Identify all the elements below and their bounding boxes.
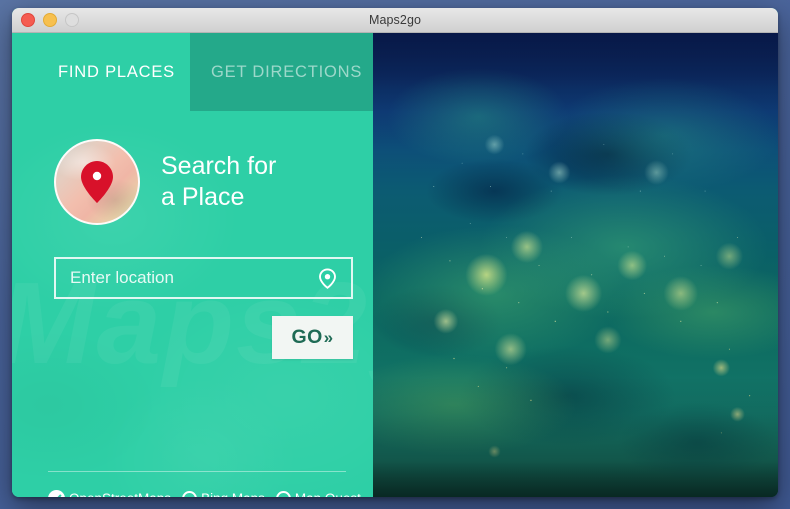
tab-find-places-label: FIND PLACES xyxy=(58,62,175,81)
app-body: Maps2go FIND PLACES GET DIRECTIONS xyxy=(12,33,778,497)
window-title: Maps2go xyxy=(368,13,422,27)
zoom-button-icon xyxy=(65,13,79,27)
provider-option-openstreetmaps[interactable]: OpenStreetMaps xyxy=(48,490,171,497)
double-chevron-right-icon: » xyxy=(323,327,334,347)
radio-unselected-icon[interactable] xyxy=(275,491,291,497)
radio-unselected-icon[interactable] xyxy=(182,491,198,497)
location-input-wrapper[interactable] xyxy=(54,257,353,299)
provider-option-bing-maps[interactable]: Bing Maps xyxy=(182,491,265,497)
provider-radio-group: OpenStreetMaps Bing Maps Map Quest xyxy=(48,490,361,497)
tab-find-places[interactable]: FIND PLACES xyxy=(12,33,190,111)
window-controls xyxy=(21,8,79,32)
close-button-icon[interactable] xyxy=(21,13,35,27)
panel-divider xyxy=(48,471,346,472)
map-pin-icon xyxy=(54,139,140,225)
tab-get-directions-label: GET DIRECTIONS xyxy=(211,62,363,81)
location-target-glyph xyxy=(319,267,336,289)
satellite-atmosphere-layer xyxy=(373,33,778,497)
map-pin-glyph xyxy=(81,161,113,203)
provider-label-map-quest: Map Quest xyxy=(295,491,361,497)
check-icon xyxy=(57,494,62,497)
search-heading-line1: Search for xyxy=(161,152,277,180)
go-button-label: GO xyxy=(291,326,323,348)
tab-bar: FIND PLACES GET DIRECTIONS xyxy=(12,33,373,111)
tab-get-directions[interactable]: GET DIRECTIONS xyxy=(190,33,373,111)
location-input[interactable] xyxy=(56,259,317,297)
location-target-icon[interactable] xyxy=(317,267,338,289)
window-titlebar[interactable]: Maps2go xyxy=(12,8,778,33)
search-heading-line2: a Place xyxy=(161,183,245,211)
go-button[interactable]: GO » xyxy=(272,316,353,359)
radio-selected-icon[interactable] xyxy=(48,490,65,497)
provider-label-openstreetmaps: OpenStreetMaps xyxy=(69,491,171,497)
desktop-background: Maps2go Maps2go FIND PLACES GET DIRECTIO… xyxy=(0,0,790,509)
go-button-row: GO » xyxy=(12,316,353,359)
search-panel: Maps2go FIND PLACES GET DIRECTIONS xyxy=(12,33,373,497)
search-heading-text: Search for a Place xyxy=(161,151,276,213)
provider-option-map-quest[interactable]: Map Quest xyxy=(275,491,361,497)
satellite-map-image xyxy=(373,33,778,497)
provider-label-bing-maps: Bing Maps xyxy=(201,491,265,497)
search-heading: Search for a Place xyxy=(54,139,373,225)
minimize-button-icon[interactable] xyxy=(43,13,57,27)
app-window: Maps2go Maps2go FIND PLACES GET DIRECTIO… xyxy=(12,8,778,497)
